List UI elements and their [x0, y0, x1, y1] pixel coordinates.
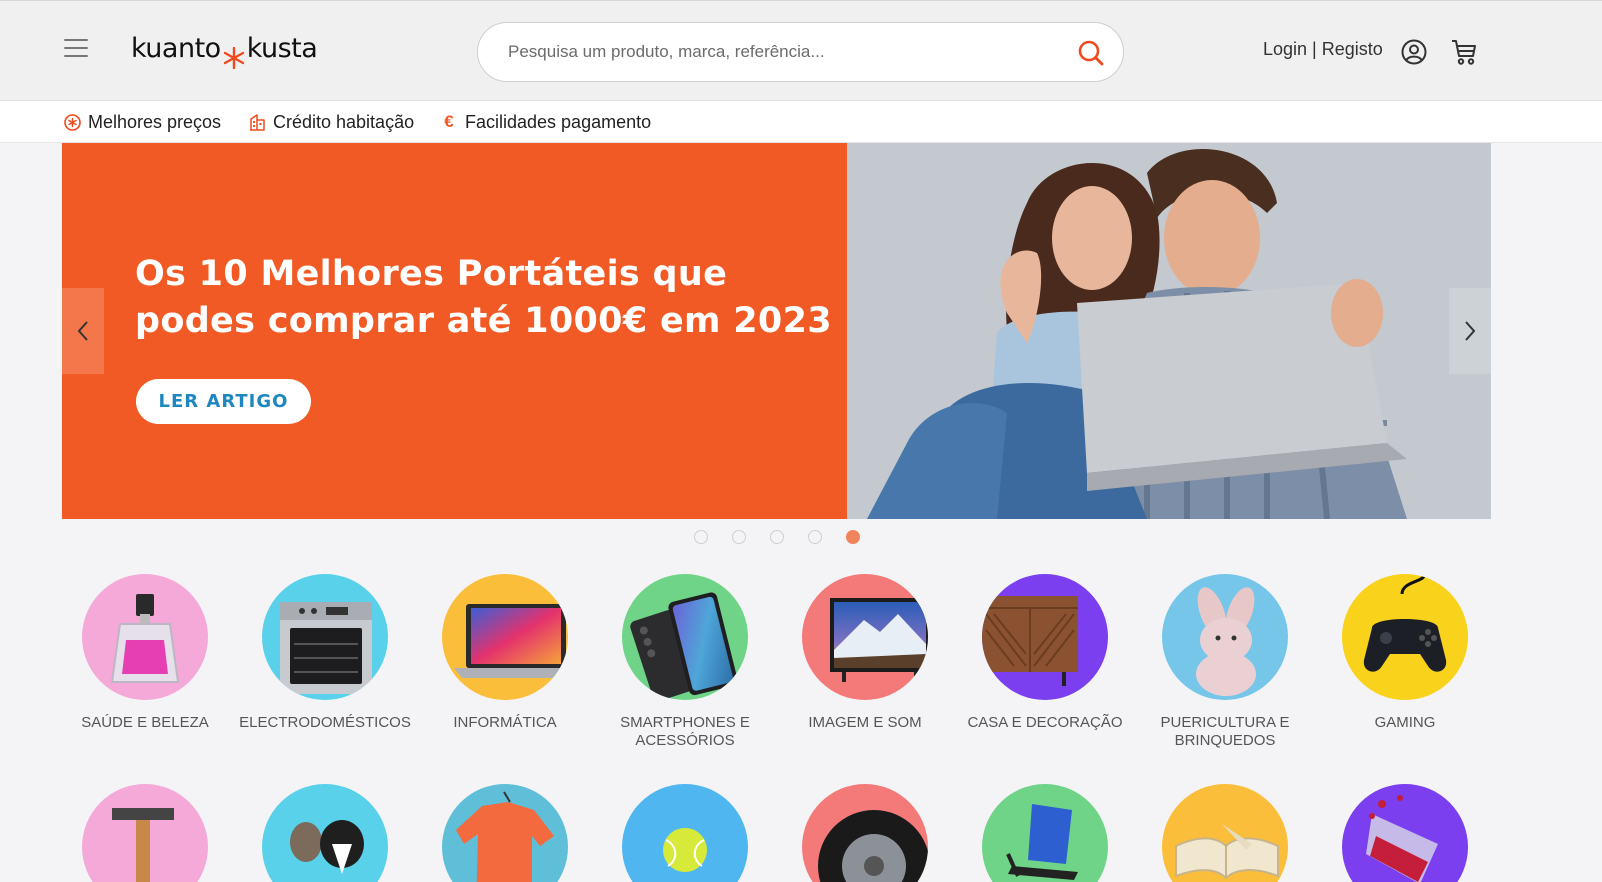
gamepad-icon	[1363, 575, 1447, 672]
category-childcare-toys[interactable]: PUERICULTURA E BRINQUEDOS	[1135, 574, 1315, 750]
subnav-label: Crédito habitação	[273, 111, 415, 132]
carousel-prev-button[interactable]	[62, 288, 104, 374]
dog-cat-icon	[290, 820, 364, 874]
menu-icon[interactable]	[64, 39, 88, 59]
tire-icon	[818, 810, 928, 882]
category-image-sound[interactable]: IMAGEM E SOM	[775, 574, 955, 732]
chevron-right-icon	[1465, 321, 1476, 341]
asterisk-badge-icon	[63, 113, 81, 131]
euro-icon: €	[444, 112, 454, 131]
category-label-line1: SMARTPHONES E	[620, 714, 750, 731]
category-pets[interactable]	[235, 784, 415, 882]
category-image	[1162, 574, 1288, 700]
logo[interactable]: kuanto kusta	[131, 31, 318, 75]
building-icon	[248, 113, 266, 131]
banner-headline-line2: podes comprar até 1000€ em 2023	[135, 301, 832, 341]
category-smartphones-accessories[interactable]: SMARTPHONES E ACESSÓRIOS	[595, 574, 775, 750]
category-health-beauty[interactable]: SAÚDE E BELEZA	[55, 574, 235, 732]
search-input[interactable]	[508, 23, 1068, 81]
category-image	[82, 784, 208, 882]
laptop-icon	[454, 604, 568, 678]
category-image	[1162, 784, 1288, 882]
carousel-dots	[694, 530, 884, 544]
tv-icon	[830, 598, 928, 682]
office-chair-icon	[1006, 804, 1078, 880]
subnav-housing-credit[interactable]: Crédito habitação	[248, 101, 414, 143]
logo-text-left: kuanto	[131, 33, 221, 64]
category-image	[262, 784, 388, 882]
category-tools[interactable]	[55, 784, 235, 882]
login-register-link[interactable]: Login | Registo	[1263, 39, 1383, 60]
category-books[interactable]	[1135, 784, 1315, 882]
site-header: kuanto kusta Login | Registo	[0, 0, 1602, 101]
tennis-ball-icon	[663, 828, 707, 872]
hero-banner[interactable]: Os 10 Melhores Portáteis que podes compr…	[62, 143, 1491, 519]
oven-icon	[280, 602, 372, 694]
carousel-dot-active[interactable]	[846, 530, 860, 544]
category-image	[1342, 574, 1468, 700]
subnav-label: Facilidades pagamento	[465, 111, 652, 132]
logo-asterisk-icon	[221, 31, 247, 69]
smartphone-icon	[630, 592, 738, 700]
category-label-line2: ACESSÓRIOS	[635, 732, 735, 749]
category-label: SAÚDE E BELEZA	[81, 714, 209, 731]
category-drinks[interactable]	[1315, 784, 1495, 882]
subnav-best-prices[interactable]: Melhores preços	[63, 101, 221, 143]
category-image	[442, 784, 568, 882]
category-label: ELECTRODOMÉSTICOS	[239, 714, 411, 731]
sub-navigation: Melhores preços Crédito habitação € Faci…	[0, 101, 1602, 143]
category-label: SMARTPHONES E ACESSÓRIOS	[595, 714, 775, 750]
category-fashion[interactable]	[415, 784, 595, 882]
banner-headline-line1: Os 10 Melhores Portáteis que	[135, 254, 728, 294]
category-computing[interactable]: INFORMÁTICA	[415, 574, 595, 732]
category-label: PUERICULTURA E BRINQUEDOS	[1135, 714, 1315, 750]
category-label: CASA E DECORAÇÃO	[967, 714, 1123, 731]
category-auto[interactable]	[775, 784, 955, 882]
carousel-dot[interactable]	[770, 530, 784, 544]
category-label: INFORMÁTICA	[453, 714, 557, 731]
subnav-payment-facilities[interactable]: € Facilidades pagamento	[440, 101, 651, 143]
category-image	[982, 784, 1108, 882]
sideboard-icon	[982, 596, 1078, 686]
carousel-dot[interactable]	[732, 530, 746, 544]
category-image	[622, 574, 748, 700]
logo-text-right: kusta	[246, 33, 318, 64]
category-office[interactable]	[955, 784, 1135, 882]
plush-bunny-icon	[1196, 587, 1256, 696]
search-bar	[477, 22, 1124, 82]
search-icon[interactable]	[1077, 39, 1105, 67]
book-icon	[1175, 824, 1279, 880]
category-home-decor[interactable]: CASA E DECORAÇÃO	[955, 574, 1135, 732]
category-image	[262, 574, 388, 700]
perfume-icon	[110, 594, 180, 683]
category-image	[622, 784, 748, 882]
category-label: IMAGEM E SOM	[808, 714, 922, 731]
carousel-dot[interactable]	[694, 530, 708, 544]
category-label-line1: PUERICULTURA E	[1160, 714, 1290, 731]
category-image	[442, 574, 568, 700]
category-image	[82, 574, 208, 700]
subnav-label: Melhores preços	[88, 111, 222, 132]
category-image	[982, 574, 1108, 700]
category-appliances[interactable]: ELECTRODOMÉSTICOS	[235, 574, 415, 732]
banner-photo-couple-laptop	[847, 143, 1491, 519]
user-icon[interactable]	[1401, 39, 1427, 65]
category-gaming[interactable]: GAMING	[1315, 574, 1495, 732]
carousel-dot[interactable]	[808, 530, 822, 544]
read-article-button[interactable]: LER ARTIGO	[136, 379, 311, 424]
cart-icon[interactable]	[1451, 38, 1477, 66]
category-sports[interactable]	[595, 784, 775, 882]
category-image	[1342, 784, 1468, 882]
category-label-line2: BRINQUEDOS	[1174, 732, 1276, 749]
banner-headline: Os 10 Melhores Portáteis que podes compr…	[135, 251, 835, 345]
carousel-next-button[interactable]	[1449, 288, 1491, 374]
category-image	[802, 574, 928, 700]
category-image	[802, 784, 928, 882]
hammer-icon	[112, 808, 174, 882]
wine-glass-icon	[1366, 795, 1438, 882]
category-label: GAMING	[1374, 714, 1436, 731]
chevron-left-icon	[77, 321, 88, 341]
shirt-icon	[456, 791, 554, 882]
